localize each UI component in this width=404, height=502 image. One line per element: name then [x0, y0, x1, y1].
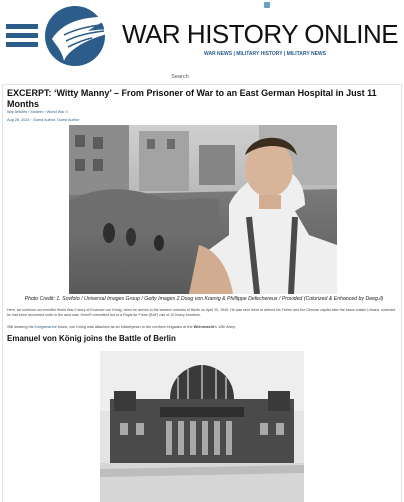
breadcrumb-modern[interactable]: Modern: [31, 110, 44, 114]
section-heading: Emanuel von König joins the Battle of Be…: [7, 334, 176, 343]
site-title[interactable]: WAR HISTORY ONLINE: [122, 19, 399, 50]
article-paragraph: Here, we continue our eventful World War…: [7, 308, 396, 318]
breadcrumb-wwii[interactable]: World War II: [47, 110, 68, 114]
breadcrumb-war-articles[interactable]: War Articles: [7, 110, 27, 114]
top-indicator-icon: [264, 2, 270, 8]
breadcrumb: War Articles › Modern › World War II: [7, 110, 68, 114]
kriegsmarine-link[interactable]: Kriegsmarine: [34, 325, 56, 329]
site-header: WAR HISTORY ONLINE WAR NEWS | MILITARY H…: [0, 0, 404, 70]
byline: Aug 28, 2024 · Guest Author, Guest Autho…: [7, 118, 80, 122]
site-logo[interactable]: [44, 5, 120, 67]
search-field[interactable]: Search: [150, 71, 210, 83]
article: EXCERPT: ‘Witty Manny’ – From Prisoner o…: [2, 84, 402, 502]
publish-date: Aug 28, 2024: [7, 118, 30, 122]
reichstag-photo: [100, 351, 304, 502]
author-link[interactable]: Guest Author, Guest Author: [33, 118, 79, 122]
article-title: EXCERPT: ‘Witty Manny’ – From Prisoner o…: [7, 88, 377, 109]
article-paragraph: Still wearing his Kriegsmarine blues, vo…: [7, 325, 236, 329]
hamburger-menu-icon[interactable]: [6, 24, 38, 50]
photo-caption: Photo Credit: 1. Sovfoto / Universal Ima…: [24, 296, 384, 302]
hero-photo: [69, 125, 337, 294]
site-tagline: WAR NEWS | MILITARY HISTORY | MILITARY N…: [204, 51, 326, 57]
